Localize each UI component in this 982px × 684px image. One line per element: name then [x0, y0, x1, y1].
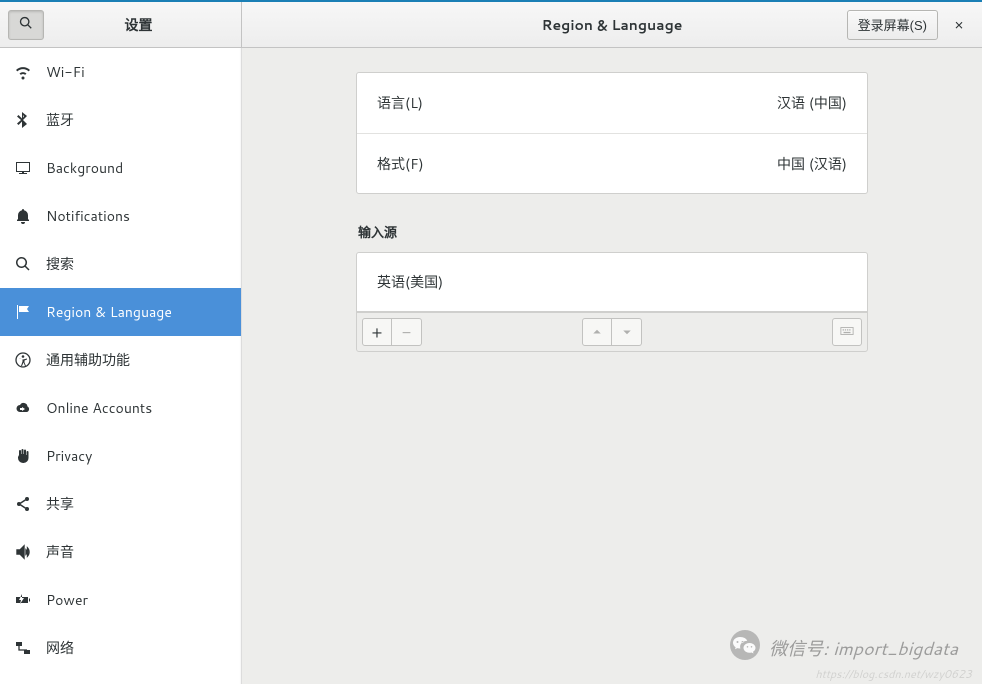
sidebar-item-privacy[interactable]: Privacy — [0, 432, 241, 480]
sidebar-item-label: 搜索 — [46, 254, 74, 274]
sidebar-item-label: 蓝牙 — [46, 110, 74, 130]
input-sources-list: 英语(美国) — [356, 252, 868, 312]
sidebar-item-sharing[interactable]: 共享 — [0, 480, 241, 528]
sidebar-item-bluetooth[interactable]: 蓝牙 — [0, 96, 241, 144]
plus-icon: + — [372, 321, 383, 344]
accessibility-icon — [14, 351, 32, 369]
sidebar-item-wifi[interactable]: Wi-Fi — [0, 48, 241, 96]
sidebar-item-network[interactable]: 网络 — [0, 624, 241, 672]
hand-icon — [14, 447, 32, 465]
sidebar-title: 设置 — [44, 15, 233, 35]
sidebar-item-label: 网络 — [46, 638, 74, 658]
share-icon — [14, 495, 32, 513]
move-down-button[interactable] — [612, 318, 642, 346]
search-icon — [19, 16, 33, 33]
sidebar-item-label: Privacy — [46, 446, 92, 466]
sidebar-item-notifications[interactable]: Notifications — [0, 192, 241, 240]
sidebar-item-universal-access[interactable]: 通用辅助功能 — [0, 336, 241, 384]
bluetooth-icon — [14, 111, 32, 129]
sidebar-item-online-accounts[interactable]: Online Accounts — [0, 384, 241, 432]
chevron-up-icon — [591, 321, 603, 344]
minus-icon: − — [402, 321, 411, 344]
remove-input-source-button[interactable]: − — [392, 318, 422, 346]
close-button[interactable]: × — [944, 10, 974, 40]
formats-label: 格式(F) — [377, 154, 424, 174]
region-language-list: 语言(L) 汉语 (中国) 格式(F) 中国 (汉语) — [356, 72, 868, 194]
close-icon: × — [954, 14, 964, 35]
sidebar-item-region-language[interactable]: Region & Language — [0, 288, 241, 336]
sidebar-item-label: Online Accounts — [46, 398, 152, 418]
sidebar-item-label: 通用辅助功能 — [46, 350, 130, 370]
formats-row[interactable]: 格式(F) 中国 (汉语) — [357, 133, 867, 193]
search-icon — [14, 255, 32, 273]
sidebar-item-label: 声音 — [46, 542, 74, 562]
sidebar-item-label: Power — [46, 590, 88, 610]
background-icon — [14, 159, 32, 177]
speaker-icon — [14, 543, 32, 561]
sidebar-item-power[interactable]: Power — [0, 576, 241, 624]
input-sources-heading: 输入源 — [358, 222, 868, 242]
language-value: 汉语 (中国) — [777, 93, 847, 113]
search-button[interactable] — [8, 10, 44, 40]
flag-icon — [14, 303, 32, 321]
input-source-label: 英语(美国) — [377, 272, 443, 292]
titlebar-sidebar-section: 设置 — [0, 2, 242, 47]
sidebar-item-sound[interactable]: 声音 — [0, 528, 241, 576]
cloud-plug-icon — [14, 399, 32, 417]
battery-icon — [14, 591, 32, 609]
input-source-row[interactable]: 英语(美国) — [357, 253, 867, 311]
chevron-down-icon — [621, 321, 633, 344]
login-screen-button[interactable]: 登录屏幕(S) — [847, 10, 938, 40]
sidebar-item-label: Wi-Fi — [46, 62, 85, 82]
move-up-button[interactable] — [582, 318, 612, 346]
keyboard-layout-button[interactable] — [832, 318, 862, 346]
titlebar-main-section: Region & Language 登录屏幕(S) × — [242, 2, 982, 47]
sidebar-item-label: Background — [46, 158, 123, 178]
page-title: Region & Language — [542, 15, 683, 35]
network-icon — [14, 639, 32, 657]
formats-value: 中国 (汉语) — [777, 154, 847, 174]
sidebar-item-label: Notifications — [46, 206, 130, 226]
sidebar-item-label: 共享 — [46, 494, 74, 514]
keyboard-icon — [840, 321, 854, 344]
sidebar-item-background[interactable]: Background — [0, 144, 241, 192]
sidebar-item-search[interactable]: 搜索 — [0, 240, 241, 288]
language-label: 语言(L) — [377, 93, 423, 113]
language-row[interactable]: 语言(L) 汉语 (中国) — [357, 73, 867, 133]
sidebar-item-label: Region & Language — [46, 302, 172, 322]
input-sources-toolbar: + − — [356, 312, 868, 352]
wifi-icon — [14, 63, 32, 81]
titlebar: 设置 Region & Language 登录屏幕(S) × — [0, 2, 982, 48]
bell-icon — [14, 207, 32, 225]
add-input-source-button[interactable]: + — [362, 318, 392, 346]
sidebar: Wi-Fi 蓝牙 Background Notifications 搜索 Reg… — [0, 48, 242, 684]
main-panel: 语言(L) 汉语 (中国) 格式(F) 中国 (汉语) 输入源 英语(美国) — [242, 48, 982, 684]
